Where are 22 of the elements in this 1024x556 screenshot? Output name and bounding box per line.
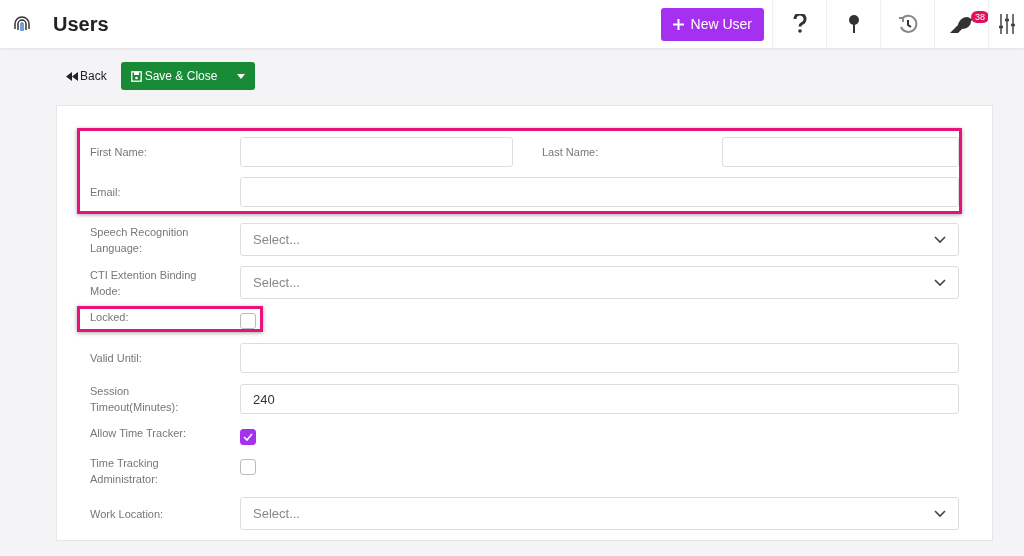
field-label: Valid Until: xyxy=(90,351,143,366)
back-button[interactable]: Back xyxy=(64,67,109,85)
field-label: Speech Recognition Language: xyxy=(90,224,190,256)
select-field[interactable]: Select... xyxy=(240,223,959,256)
field-label: Work Location: xyxy=(90,506,165,522)
select-field[interactable]: Select... xyxy=(240,266,959,299)
field-label: Email: xyxy=(90,185,122,200)
field-label: Allow Time Tracker: xyxy=(90,426,187,441)
new-user-button[interactable]: New User xyxy=(660,7,764,41)
field-label: Last Name: xyxy=(542,145,600,160)
page-title: Users xyxy=(53,12,109,36)
select-field[interactable]: Select... xyxy=(240,497,959,530)
notifications-button[interactable]: 38 xyxy=(934,0,988,48)
save-close-button[interactable]: Save & Close xyxy=(120,62,228,90)
save-split-button[interactable]: Save & Close xyxy=(120,62,256,90)
input-field[interactable]: 240 xyxy=(240,384,959,414)
field-label: Session Timeout(Minutes): xyxy=(90,384,180,415)
field-label: CTI Extention Binding Mode: xyxy=(90,267,198,299)
field-label: First Name: xyxy=(90,145,148,160)
field-label: Locked: xyxy=(90,310,130,325)
count-badge: 38 xyxy=(971,11,989,23)
field-label: Time Tracking Administrator: xyxy=(90,456,160,487)
